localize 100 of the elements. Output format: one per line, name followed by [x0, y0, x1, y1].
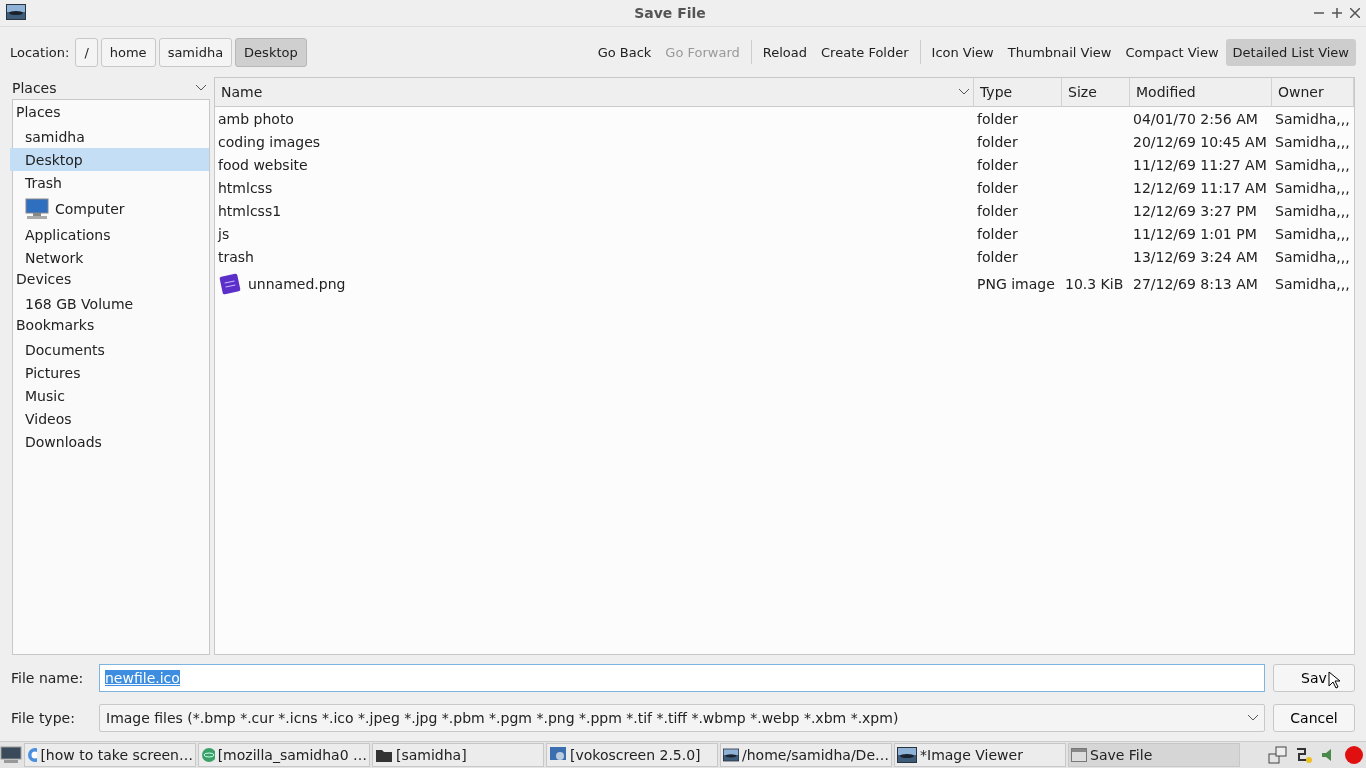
file-type: PNG image: [976, 276, 1056, 292]
section-heading: Devices: [15, 270, 73, 289]
maximize-icon[interactable]: [1332, 8, 1342, 18]
file-name: js: [218, 225, 230, 242]
sidebar-item[interactable]: Trash: [10, 171, 209, 194]
toolbar-button[interactable]: Reload: [755, 38, 815, 66]
sidebar-item[interactable]: 168 GB Volume: [10, 292, 209, 315]
monitor-icon[interactable]: [0, 746, 22, 764]
sort-icon: [959, 89, 969, 95]
sidebar-item[interactable]: Desktop: [10, 148, 209, 171]
window-title: Save File: [633, 5, 707, 21]
file-row[interactable]: htmlcss folder 12/12/69 11:17 AM Samidha,,,: [215, 176, 1354, 199]
path-button[interactable]: Desktop: [235, 37, 307, 67]
file-type-label: File type:: [11, 710, 76, 726]
column-header[interactable]: Owner: [1272, 78, 1354, 106]
file-type: folder: [976, 133, 1019, 150]
places-dropdown[interactable]: Places: [12, 77, 210, 99]
file-modified: 27/12/69 8:13 AM: [1132, 276, 1259, 292]
file-modified: 12/12/69 3:27 PM: [1132, 202, 1258, 219]
toolbar-button[interactable]: Compact View: [1118, 38, 1226, 66]
save-button[interactable]: Sav: [1273, 664, 1355, 692]
cursor-icon: [1328, 671, 1340, 689]
section-heading: Bookmarks: [15, 316, 96, 335]
toolbar-button[interactable]: Icon View: [924, 38, 1001, 66]
taskbar-button[interactable]: [mozilla_samidha0 …: [198, 743, 370, 767]
globe-icon: [27, 747, 38, 763]
sidebar-item[interactable]: Applications: [10, 223, 209, 246]
path-button[interactable]: home: [100, 37, 156, 67]
sidebar-item[interactable]: Network: [10, 246, 209, 269]
file-owner: Samidha,,,: [1274, 179, 1351, 196]
file-modified: 04/01/70 2:56 AM: [1132, 110, 1259, 127]
file-type-dropdown[interactable]: Image files (*.bmp *.cur *.icns *.ico *.jpeg *.jpg *.pbm *.pgm *.png *.ppm *.tif *.tiff *.wbmp *.webp *.xbm *.xpm): [99, 704, 1265, 732]
sidebar-item[interactable]: samidha: [10, 125, 209, 148]
path-button[interactable]: /: [75, 37, 98, 67]
image-icon: [723, 747, 739, 763]
cancel-button[interactable]: Cancel: [1273, 704, 1355, 732]
image-file-icon: [218, 272, 242, 296]
close-icon[interactable]: [1350, 8, 1360, 18]
taskbar-button[interactable]: [how to take screen…: [24, 743, 196, 767]
file-name: coding images: [218, 133, 321, 150]
file-name: amb photo: [218, 110, 294, 127]
file-type: folder: [976, 202, 1019, 219]
computer-icon: [25, 197, 49, 220]
file-row[interactable]: coding images folder 20/12/69 10:45 AM Samidha,,,: [215, 130, 1354, 153]
windows-icon[interactable]: [1268, 746, 1288, 764]
file-name: htmlcss1: [218, 202, 282, 219]
column-header[interactable]: Size: [1062, 78, 1130, 106]
toolbar-button[interactable]: Go Back: [590, 38, 659, 66]
file-row[interactable]: js folder 11/12/69 1:01 PM Samidha,,,: [215, 222, 1354, 245]
file-modified: 12/12/69 11:17 AM: [1132, 179, 1268, 196]
taskbar-button[interactable]: Save File: [1068, 743, 1240, 767]
file-modified: 13/12/69 3:24 AM: [1132, 248, 1259, 265]
atom-icon: [201, 747, 215, 763]
file-size: 10.3 KiB: [1065, 276, 1124, 292]
taskbar-button[interactable]: *Image Viewer: [894, 743, 1066, 767]
toolbar-button[interactable]: Detailed List View: [1225, 38, 1356, 66]
path-button[interactable]: samidha: [158, 37, 233, 67]
file-row[interactable]: htmlcss1 folder 12/12/69 3:27 PM Samidha,,,: [215, 199, 1354, 222]
file-modified: 11/12/69 1:01 PM: [1132, 225, 1258, 242]
file-owner: Samidha,,,: [1274, 202, 1351, 219]
file-row[interactable]: amb photo folder 04/01/70 2:56 AM Samidha,,,: [215, 107, 1354, 130]
file-owner: Samidha,,,: [1274, 248, 1351, 265]
file-name: unnamed.png: [248, 276, 346, 292]
file-modified: 20/12/69 10:45 AM: [1132, 133, 1268, 150]
chevron-icon: [196, 85, 206, 91]
network-icon[interactable]: [1294, 746, 1314, 764]
file-type: folder: [976, 248, 1019, 265]
sidebar-item[interactable]: Documents: [10, 338, 209, 361]
sidebar-item[interactable]: Videos: [10, 407, 209, 430]
file-owner: Samidha,,,: [1274, 225, 1351, 242]
file-type: folder: [976, 156, 1019, 173]
window-icon: [1071, 748, 1087, 762]
taskbar-button[interactable]: [vokoscreen 2.5.0]: [546, 743, 718, 767]
taskbar-button[interactable]: /home/samidha/De…: [720, 743, 892, 767]
file-row[interactable]: trash folder 13/12/69 3:24 AM Samidha,,,: [215, 245, 1354, 268]
toolbar-button[interactable]: Thumbnail View: [1000, 38, 1119, 66]
toolbar-button[interactable]: Create Folder: [814, 38, 916, 66]
taskbar-button[interactable]: [samidha]: [372, 743, 544, 767]
file-type: folder: [976, 110, 1019, 127]
file-name: trash: [218, 248, 254, 265]
file-modified: 11/12/69 11:27 AM: [1132, 156, 1268, 173]
record-icon[interactable]: [1344, 745, 1364, 765]
image-icon: [897, 747, 917, 763]
chevron-icon: [1248, 715, 1258, 721]
app-icon: [6, 3, 26, 20]
sidebar-item[interactable]: Music: [10, 384, 209, 407]
column-header[interactable]: Name: [215, 78, 974, 106]
file-row[interactable]: unnamed.png PNG image 10.3 KiB 27/12/69 8:13 AM Samidha,,,: [215, 268, 1354, 300]
column-header[interactable]: Modified: [1130, 78, 1272, 106]
file-row[interactable]: food website folder 11/12/69 11:27 AM Samidha,,,: [215, 153, 1354, 176]
file-name: htmlcss: [218, 179, 273, 196]
file-owner: Samidha,,,: [1274, 133, 1351, 150]
file-type: folder: [976, 179, 1019, 196]
sidebar-item[interactable]: Downloads: [10, 430, 209, 453]
sidebar-item[interactable]: Computer: [10, 194, 209, 223]
column-header[interactable]: Type: [974, 78, 1062, 106]
sidebar-item[interactable]: Pictures: [10, 361, 209, 384]
file-owner: Samidha,,,: [1274, 156, 1351, 173]
section-heading: Places: [15, 103, 62, 122]
file-name-label: File name:: [11, 670, 85, 686]
